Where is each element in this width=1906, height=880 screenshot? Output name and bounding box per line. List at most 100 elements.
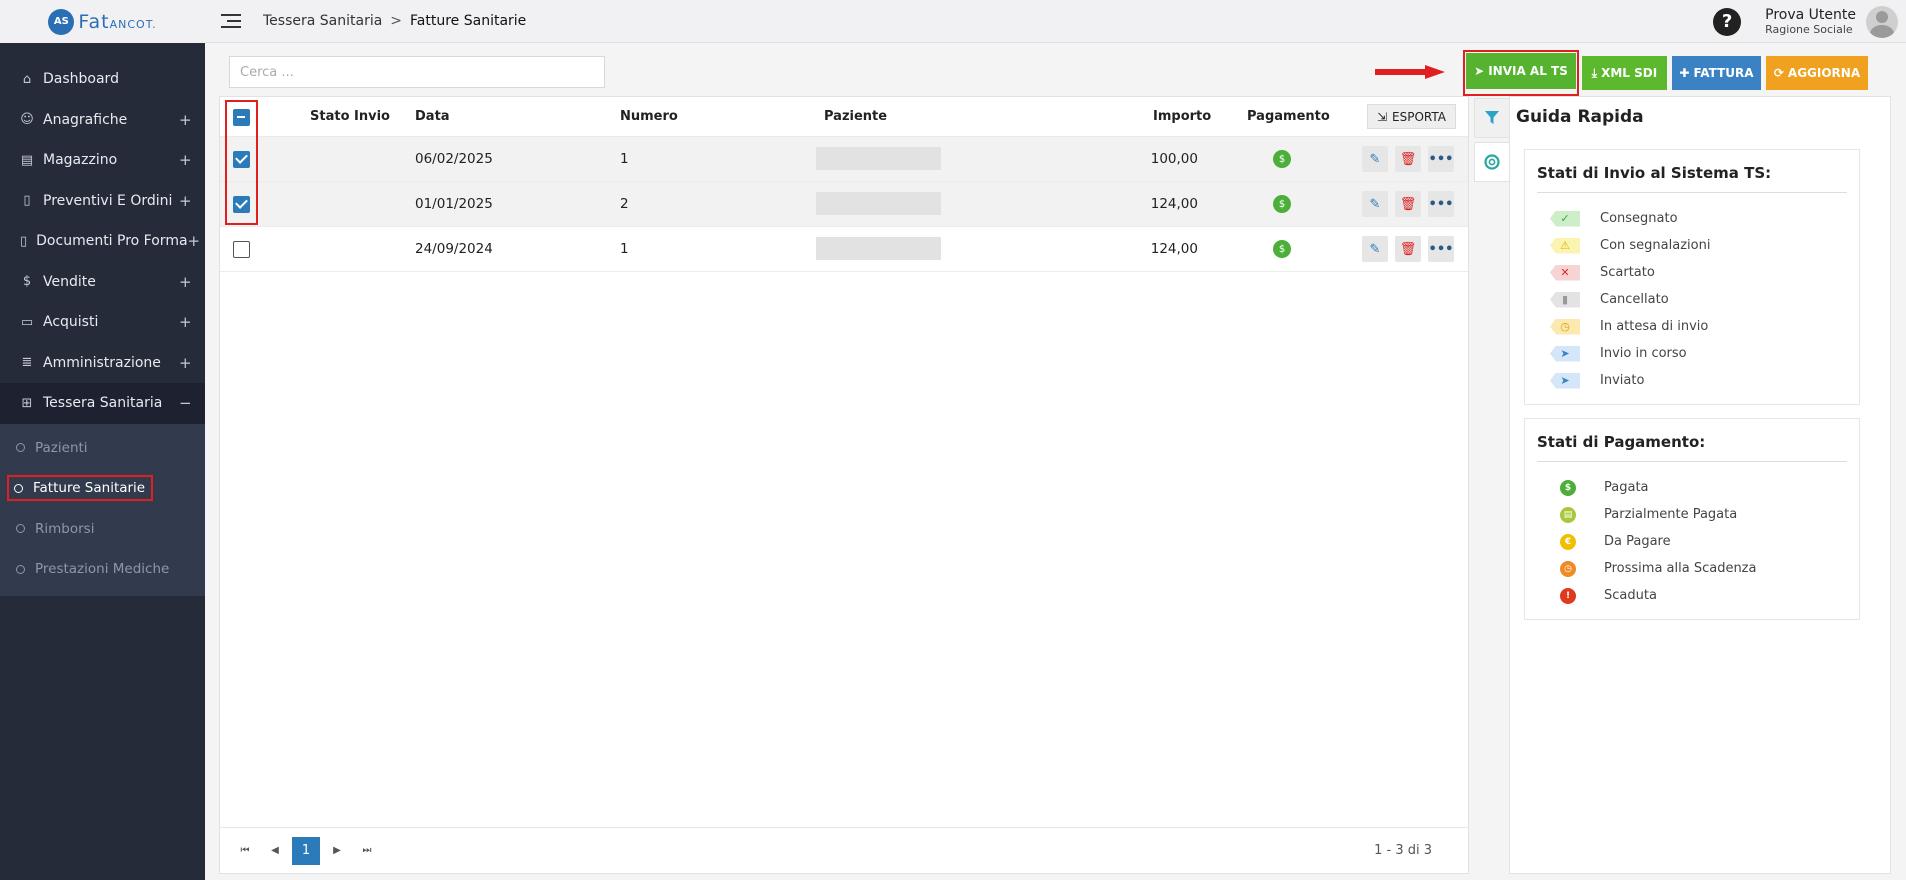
breadcrumb-parent[interactable]: Tessera Sanitaria <box>263 13 382 29</box>
esporta-button[interactable]: ⇲ ESPORTA <box>1367 104 1456 129</box>
header-data[interactable]: Data <box>415 109 450 124</box>
invio-legend-label: Inviato <box>1600 373 1645 388</box>
expand-icon: + <box>179 353 192 372</box>
circle-icon <box>14 483 23 493</box>
next-page-icon[interactable]: ▶ <box>324 837 350 865</box>
invio-legend-label: Consegnato <box>1600 211 1678 226</box>
sidebar-subitem[interactable]: Rimborsi <box>0 509 205 550</box>
user-icon: ☺ <box>20 112 34 128</box>
collapse-icon: − <box>179 394 192 413</box>
edit-icon[interactable]: ✎ <box>1362 146 1388 172</box>
side-tabs <box>1474 98 1510 186</box>
circle-icon <box>16 564 25 574</box>
sidebar-item[interactable]: ⌂ Dashboard <box>0 59 205 100</box>
guide-tab[interactable] <box>1474 142 1510 182</box>
user-info[interactable]: Prova Utente Ragione Sociale <box>1765 7 1856 36</box>
pagamento-legend-label: Scaduta <box>1604 588 1657 603</box>
circle-icon <box>16 443 25 453</box>
invio-legend-item: ✕ Scartato <box>1525 259 1859 286</box>
sidebar-item[interactable]: ▯ Documenti Pro Forma + <box>0 221 205 262</box>
pagamento-legend-label: Da Pagare <box>1604 534 1671 549</box>
expand-icon: + <box>179 151 192 170</box>
table-header: Stato Invio Data Numero Paziente Importo… <box>220 97 1468 137</box>
sidebar-item[interactable]: $ Vendite + <box>0 262 205 303</box>
more-icon[interactable]: ••• <box>1428 146 1454 172</box>
status-tag-icon: ➤ <box>1550 372 1580 389</box>
medical-icon: ⊞ <box>21 395 33 411</box>
user-area: ? Prova Utente Ragione Sociale <box>1713 0 1898 43</box>
dollar-icon: $ <box>22 274 32 290</box>
invio-legend-item: ➤ Inviato <box>1525 367 1859 394</box>
xml-sdi-button[interactable]: ⤓ XML SDI <box>1582 56 1667 90</box>
payment-status-icon: ◷ <box>1560 560 1576 577</box>
invio-legend-item: ➤ Invio in corso <box>1525 340 1859 367</box>
help-icon[interactable]: ? <box>1713 7 1742 36</box>
delete-icon[interactable]: 🗑 <box>1395 236 1421 262</box>
send-icon: ➤ <box>1474 64 1485 78</box>
sidebar-subitem-label: Rimborsi <box>35 520 95 537</box>
breadcrumb-separator: > <box>390 13 403 29</box>
sidebar-submenu-tessera: Pazienti Fatture Sanitarie Rimborsi Prestaz… <box>0 423 205 596</box>
header-importo[interactable]: Importo <box>1153 109 1211 124</box>
header-stato-invio[interactable]: Stato Invio <box>310 109 390 124</box>
table-row[interactable]: 06/02/2025 1 100,00 $ ✎ 🗑 ••• <box>220 137 1468 182</box>
pagamento-legend-label: Prossima alla Scadenza <box>1604 561 1757 576</box>
sidebar-subitem[interactable]: Prestazioni Mediche <box>0 549 205 590</box>
logo-text: FatANCOT. <box>78 10 157 33</box>
table-row[interactable]: 01/01/2025 2 124,00 $ ✎ 🗑 ••• <box>220 182 1468 227</box>
header-pagamento[interactable]: Pagamento <box>1247 109 1330 124</box>
filter-tab[interactable] <box>1474 98 1510 138</box>
pagata-icon: $ <box>1273 150 1291 168</box>
payment-status-icon: ! <box>1560 587 1576 604</box>
cell-paziente-redacted <box>816 237 941 260</box>
pagamento-legend-item: ▤ Parzialmente Pagata <box>1525 501 1859 528</box>
status-tag-icon: ➤ <box>1550 345 1580 362</box>
sidebar-item[interactable]: ≣ Amministrazione + <box>0 343 205 384</box>
sidebar-item[interactable]: ⊞ Tessera Sanitaria − <box>0 383 205 424</box>
last-page-icon[interactable]: ⏭ <box>354 837 380 865</box>
cell-importo: 124,00 <box>1150 196 1198 212</box>
sidebar-subitem-label: Pazienti <box>35 439 88 456</box>
aggiorna-button[interactable]: ⟳ AGGIORNA <box>1766 56 1868 90</box>
header-numero[interactable]: Numero <box>620 109 678 124</box>
invia-al-ts-button[interactable]: ➤ INVIA AL TS <box>1466 53 1576 89</box>
status-tag-icon: ✓ <box>1550 210 1580 227</box>
topbar: Tessera Sanitaria > Fatture Sanitarie ? … <box>205 0 1906 43</box>
refresh-icon: ⟳ <box>1773 66 1784 80</box>
edit-icon[interactable]: ✎ <box>1362 191 1388 217</box>
invio-legend-label: Invio in corso <box>1600 346 1687 361</box>
cell-importo: 124,00 <box>1150 241 1198 257</box>
more-icon[interactable]: ••• <box>1428 236 1454 262</box>
sidebar-menu: ⌂ Dashboard ☺ Anagrafiche + ▤ Magazzino + ▯ Preve… <box>0 59 205 424</box>
guide-title: Guida Rapida <box>1516 107 1644 127</box>
pagamento-legend: Stati di Pagamento: $ Pagata ▤ Parzialmente… <box>1524 418 1860 620</box>
invio-legend-label: In attesa di invio <box>1600 319 1709 334</box>
delete-icon[interactable]: 🗑 <box>1395 146 1421 172</box>
sidebar-item[interactable]: ▤ Magazzino + <box>0 140 205 181</box>
pagata-icon: $ <box>1273 195 1291 213</box>
avatar[interactable] <box>1866 5 1898 38</box>
page-number[interactable]: 1 <box>292 836 320 865</box>
first-page-icon[interactable]: ⏮ <box>232 837 258 865</box>
sidebar-item[interactable]: ☺ Anagrafiche + <box>0 100 205 141</box>
user-name: Prova Utente <box>1765 7 1856 23</box>
sidebar-item[interactable]: ▭ Acquisti + <box>0 302 205 343</box>
sidebar-subitem[interactable]: Pazienti <box>0 428 205 469</box>
more-icon[interactable]: ••• <box>1428 191 1454 217</box>
logo[interactable]: AS FatANCOT. <box>0 0 205 43</box>
edit-icon[interactable]: ✎ <box>1362 236 1388 262</box>
delete-icon[interactable]: 🗑 <box>1395 191 1421 217</box>
menu-toggle-icon[interactable] <box>221 14 241 28</box>
home-icon: ⌂ <box>22 71 32 87</box>
sidebar-subitem[interactable]: Fatture Sanitarie <box>0 468 205 509</box>
status-tag-icon: ✕ <box>1550 264 1580 281</box>
prev-page-icon[interactable]: ◀ <box>262 837 288 865</box>
sidebar-item-label: Vendite <box>43 273 96 290</box>
header-paziente[interactable]: Paziente <box>824 109 887 124</box>
sidebar-item[interactable]: ▯ Preventivi E Ordini + <box>0 181 205 222</box>
row-checkbox[interactable] <box>233 241 250 258</box>
sidebar-subitem-label: Prestazioni Mediche <box>35 561 170 578</box>
search-input[interactable] <box>229 56 605 88</box>
table-row[interactable]: 24/09/2024 1 124,00 $ ✎ 🗑 ••• <box>220 227 1468 272</box>
add-fattura-button[interactable]: ✚ FATTURA <box>1672 56 1761 90</box>
